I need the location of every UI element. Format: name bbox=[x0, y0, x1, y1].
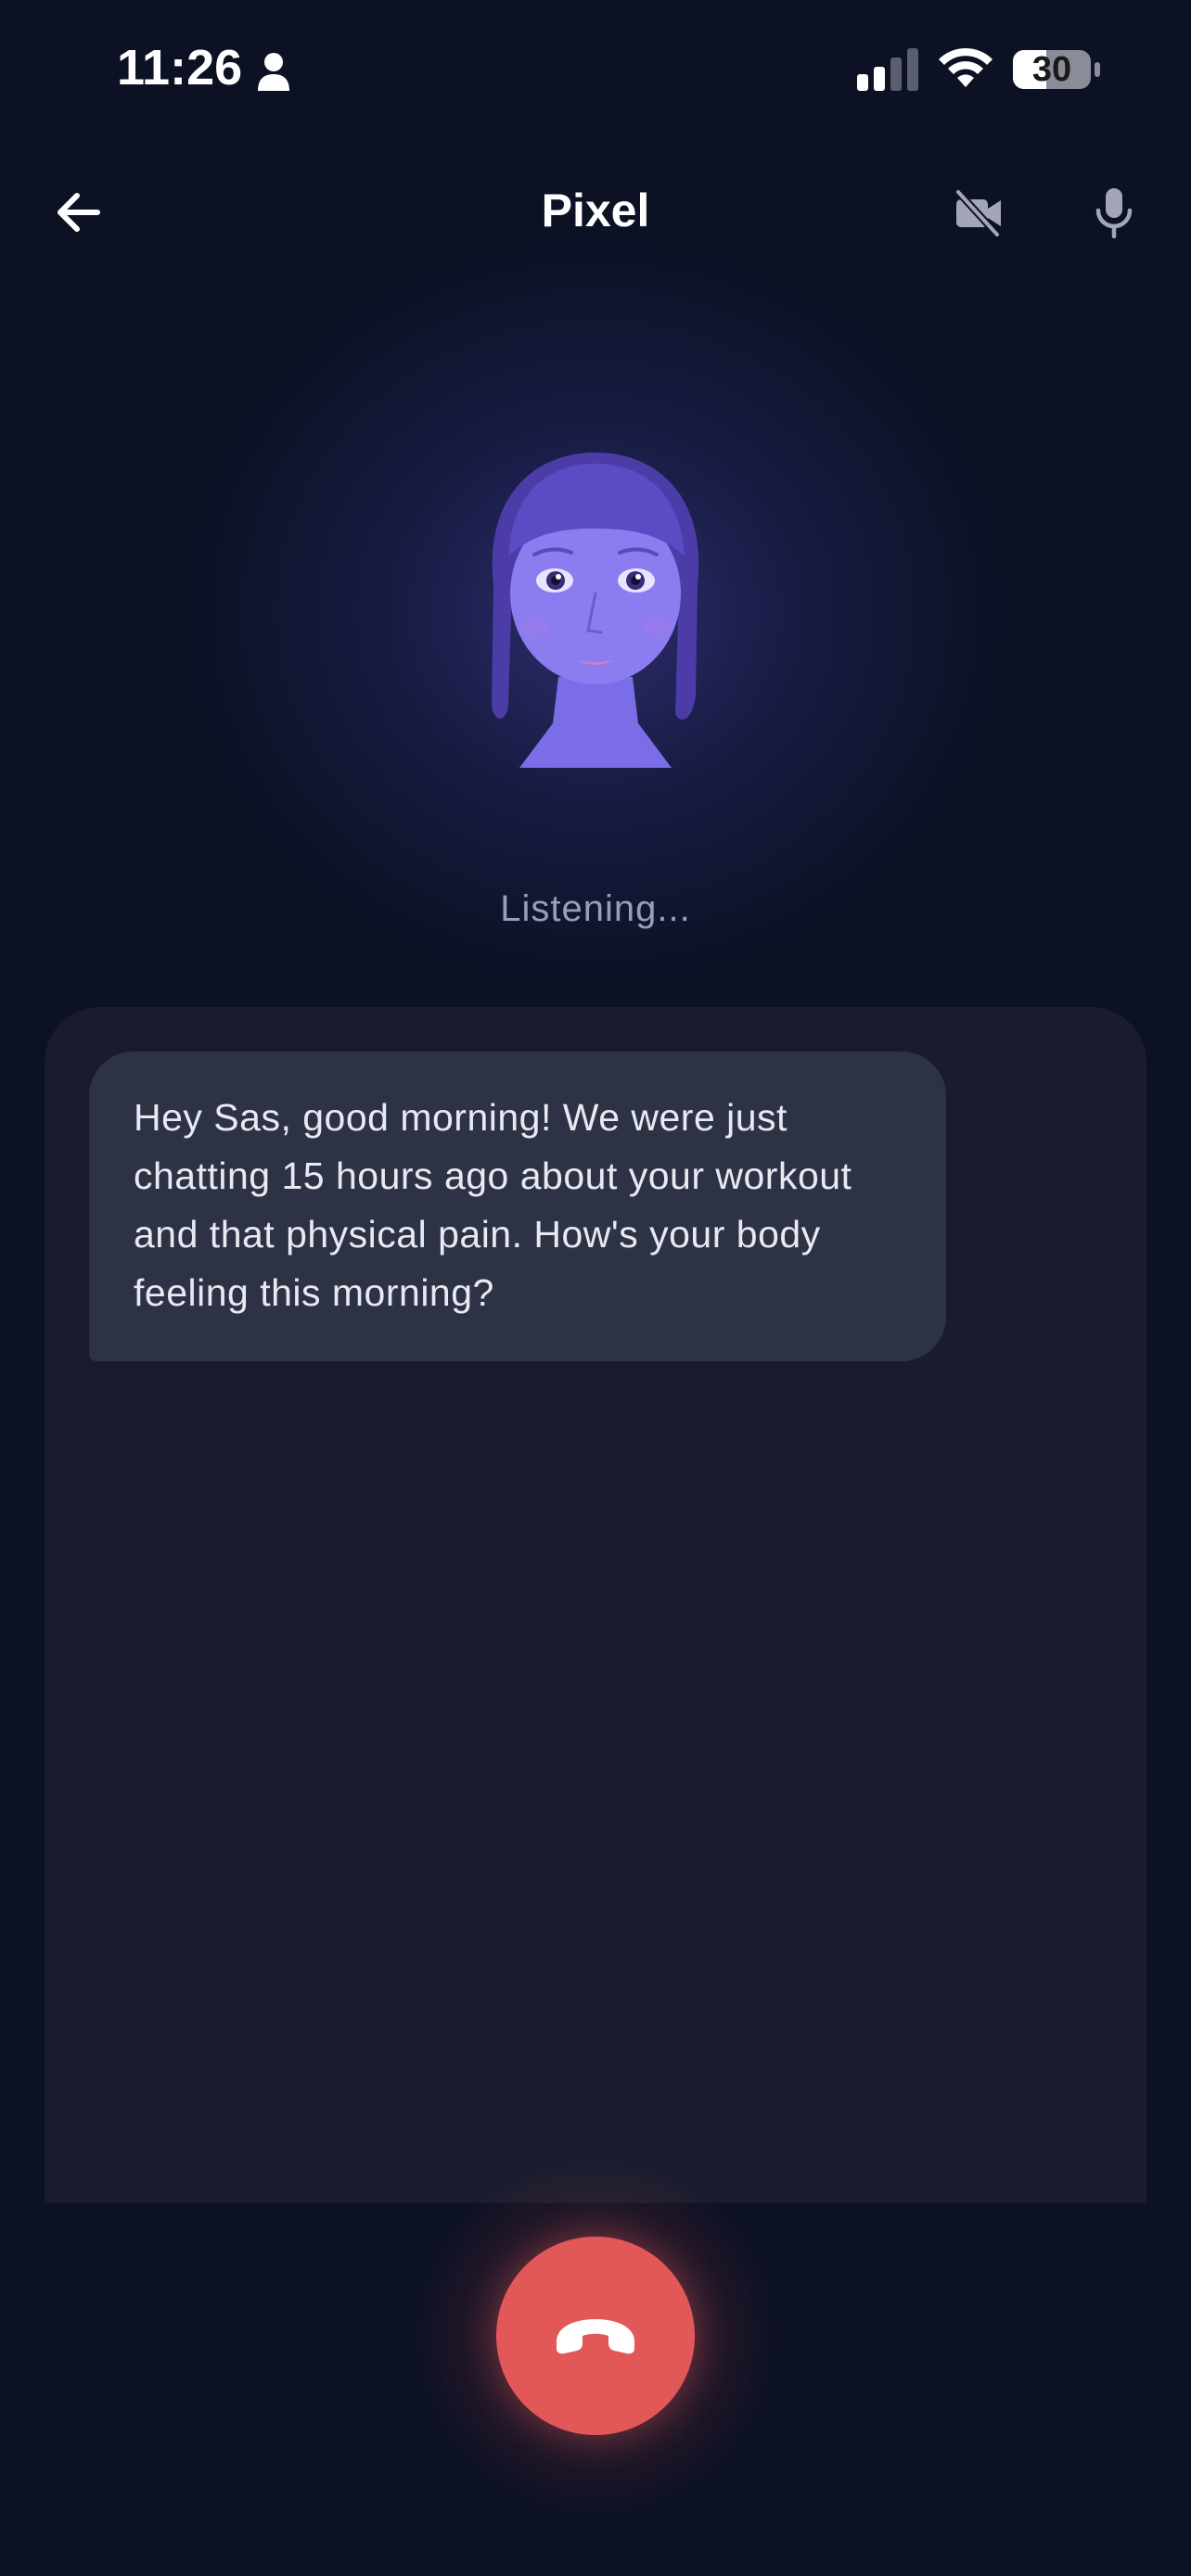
voice-call-screen: 11:26 30 Pixel Listening... Hey Sas, goo… bbox=[0, 0, 1191, 2576]
phone-hangup-icon bbox=[557, 2319, 634, 2354]
wifi-icon bbox=[939, 47, 992, 87]
message-text: Hey Sas, good morning! We were just chat… bbox=[134, 1096, 852, 1314]
battery-level: 30 bbox=[1031, 50, 1072, 89]
mic-button[interactable] bbox=[1082, 180, 1146, 245]
transcript-panel: Hey Sas, good morning! We were just chat… bbox=[45, 1007, 1146, 2203]
page-title: Pixel bbox=[541, 185, 650, 236]
battery-indicator: 30 bbox=[1011, 46, 1104, 93]
status-bar: 11:26 30 bbox=[0, 0, 1191, 139]
message-bubble: Hey Sas, good morning! We were just chat… bbox=[89, 1052, 946, 1361]
status-time: 11:26 bbox=[117, 40, 243, 96]
person-icon bbox=[258, 53, 289, 91]
mic-icon bbox=[1095, 188, 1133, 238]
call-status-text: Listening... bbox=[500, 888, 691, 929]
signal-icon bbox=[857, 48, 918, 91]
assistant-avatar bbox=[492, 453, 699, 768]
video-toggle-button[interactable] bbox=[946, 180, 1011, 245]
video-off-icon bbox=[954, 188, 1001, 236]
end-call-button[interactable] bbox=[496, 2237, 695, 2435]
